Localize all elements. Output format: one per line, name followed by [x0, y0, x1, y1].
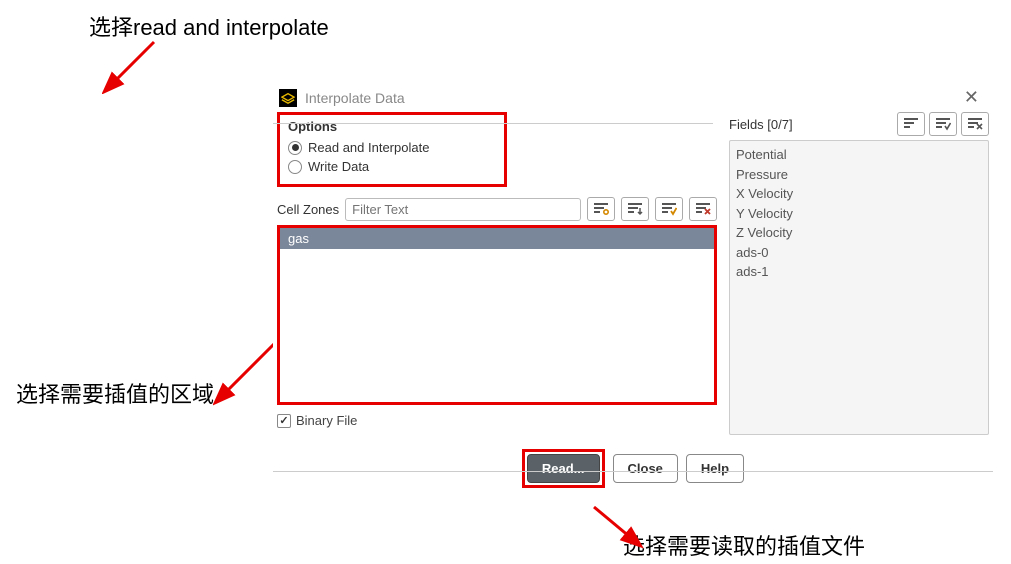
field-item[interactable]: Potential — [736, 145, 982, 165]
field-item[interactable]: Y Velocity — [736, 204, 982, 224]
dialog-interpolate-data: Interpolate Data ✕ Options Read and Inte… — [273, 83, 993, 496]
radio-label: Read and Interpolate — [308, 140, 429, 155]
fields-label: Fields [0/7] — [729, 117, 893, 132]
radio-write-data[interactable]: Write Data — [288, 157, 496, 176]
cell-zones-label: Cell Zones — [277, 202, 339, 217]
radio-read-interpolate[interactable]: Read and Interpolate — [288, 138, 496, 157]
cell-zones-list[interactable]: gas — [277, 225, 717, 405]
binary-file-label: Binary File — [296, 413, 357, 428]
options-heading: Options — [288, 119, 496, 134]
app-icon — [279, 89, 297, 107]
fields-sort-button[interactable] — [897, 112, 925, 136]
radio-icon — [288, 141, 302, 155]
fields-header: Fields [0/7] — [729, 112, 989, 136]
separator — [273, 471, 993, 472]
deselect-all-button[interactable] — [689, 197, 717, 221]
cell-zone-item[interactable]: gas — [280, 228, 714, 249]
select-all-button[interactable] — [655, 197, 683, 221]
field-item[interactable]: Pressure — [736, 165, 982, 185]
dialog-title: Interpolate Data — [305, 90, 405, 106]
radio-label: Write Data — [308, 159, 369, 174]
field-item[interactable]: ads-1 — [736, 262, 982, 282]
button-row: Read... Close Help — [273, 435, 993, 496]
read-button-highlight: Read... — [522, 449, 605, 488]
close-button[interactable]: ✕ — [956, 87, 987, 108]
annotation-bottom: 选择需要读取的插值文件 — [623, 529, 865, 561]
filter-button[interactable] — [587, 197, 615, 221]
help-button[interactable]: Help — [686, 454, 744, 483]
field-item[interactable]: ads-0 — [736, 243, 982, 263]
radio-icon — [288, 160, 302, 174]
fields-deselect-all-button[interactable] — [961, 112, 989, 136]
titlebar: Interpolate Data ✕ — [273, 83, 993, 112]
fields-list[interactable]: Potential Pressure X Velocity Y Velocity… — [729, 140, 989, 435]
arrow-top — [102, 34, 162, 94]
field-item[interactable]: X Velocity — [736, 184, 982, 204]
checkbox-icon — [277, 414, 291, 428]
close-dialog-button[interactable]: Close — [613, 454, 678, 483]
arrow-bottom — [586, 499, 646, 549]
read-button[interactable]: Read... — [527, 454, 600, 483]
sort-button[interactable] — [621, 197, 649, 221]
field-item[interactable]: Z Velocity — [736, 223, 982, 243]
binary-file-checkbox[interactable]: Binary File — [277, 413, 717, 428]
fields-select-all-button[interactable] — [929, 112, 957, 136]
cell-zones-header: Cell Zones — [277, 197, 717, 221]
cell-zones-filter[interactable] — [345, 198, 581, 221]
annotation-left: 选择需要插值的区域 — [16, 377, 214, 409]
separator — [273, 123, 713, 124]
